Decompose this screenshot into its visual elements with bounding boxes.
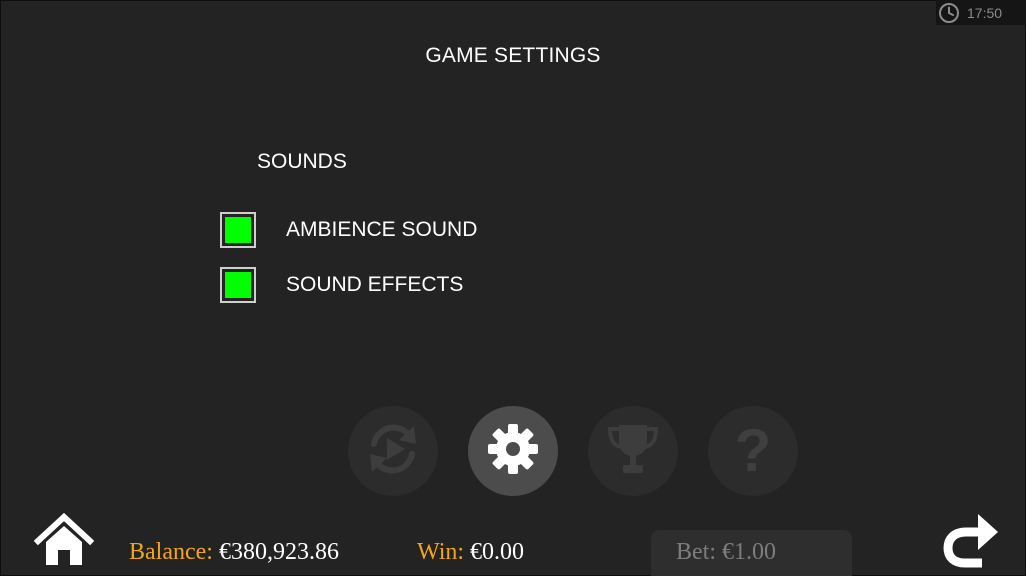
- back-arrow-icon: [938, 514, 1002, 574]
- home-button[interactable]: [33, 512, 95, 568]
- bet-text: Bet: €1.00: [676, 539, 776, 565]
- back-button[interactable]: [938, 510, 1002, 570]
- option-ambience-sound[interactable]: AMBIENCE SOUND: [220, 212, 477, 248]
- settings-button[interactable]: [468, 406, 558, 496]
- home-icon: [33, 512, 95, 572]
- ambience-sound-checkbox[interactable]: [220, 212, 256, 248]
- balance-label: Balance:: [129, 539, 213, 565]
- question-mark-icon: ?: [734, 417, 772, 484]
- win-label: Win:: [417, 539, 465, 565]
- trophy-icon: [603, 419, 663, 484]
- option-sound-effects[interactable]: SOUND EFFECTS: [220, 267, 463, 303]
- sound-effects-checkbox[interactable]: [220, 267, 256, 303]
- win-value: €0.00: [470, 539, 525, 565]
- sound-effects-label: SOUND EFFECTS: [286, 273, 464, 296]
- clock-icon: [938, 2, 960, 24]
- clock-time: 17:50: [967, 4, 1003, 21]
- bet-button[interactable]: Bet: €1.00: [651, 530, 852, 576]
- autoplay-icon: [362, 418, 424, 485]
- page-title: GAME SETTINGS: [425, 44, 601, 67]
- gear-icon: [486, 422, 540, 481]
- win-display: Win: €0.00: [417, 539, 524, 566]
- trophy-button[interactable]: [588, 406, 678, 496]
- checkbox-checked-fill: [225, 272, 251, 298]
- clock: 17:50: [936, 0, 1026, 25]
- checkbox-checked-fill: [225, 217, 251, 243]
- balance-value: €380,923.86: [218, 539, 339, 565]
- ambience-sound-label: AMBIENCE SOUND: [286, 218, 478, 241]
- autoplay-button[interactable]: [348, 406, 438, 496]
- balance-display: Balance: €380,923.86: [129, 539, 339, 566]
- help-button[interactable]: ?: [708, 406, 798, 496]
- section-title-sounds: SOUNDS: [257, 150, 347, 173]
